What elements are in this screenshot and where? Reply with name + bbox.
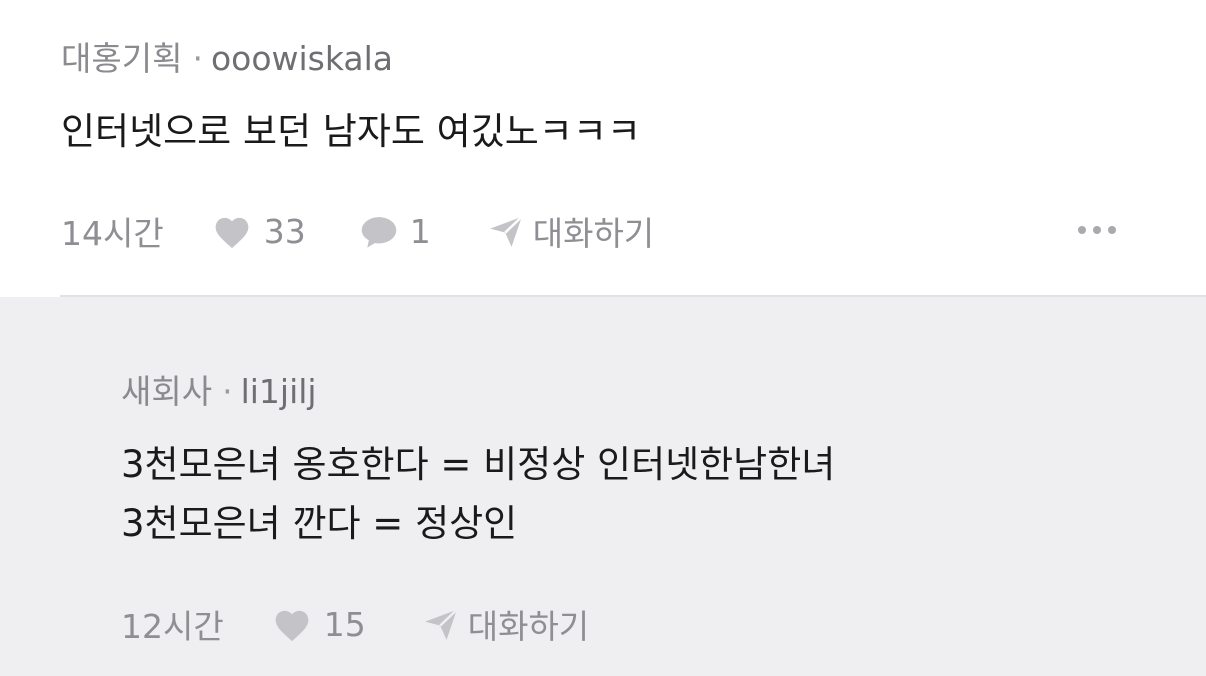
- comment-meta: 대홍기획 · ooowiskala: [61, 32, 393, 80]
- reply-text-line-2: 3천모은녀 깐다 = 정상인: [121, 502, 518, 545]
- meta-separator: ·: [192, 39, 203, 78]
- comment-text: 인터넷으로 보던 남자도 여깄노ㅋㅋㅋ: [61, 110, 641, 153]
- comment-actions: 14시간 33 1 대화하기: [61, 207, 654, 255]
- like-button[interactable]: 15: [272, 605, 366, 644]
- send-icon: [422, 605, 460, 643]
- meta-separator: ·: [222, 372, 233, 411]
- reply-timestamp: 12시간: [121, 607, 224, 646]
- reply-author-group[interactable]: 새회사: [121, 372, 212, 411]
- like-button[interactable]: 33: [212, 212, 306, 251]
- comment-timestamp: 14시간: [61, 214, 164, 253]
- reply-count: 1: [409, 211, 431, 251]
- reply-meta: 새회사 · li1jilj: [121, 365, 317, 413]
- comment-author-group[interactable]: 대홍기획: [61, 39, 182, 78]
- comment-bubble-icon: [358, 212, 400, 250]
- more-options-icon[interactable]: [1078, 226, 1116, 234]
- comment-card: 대홍기획 · ooowiskala 인터넷으로 보던 남자도 여깄노ㅋㅋㅋ 14시간…: [0, 0, 1206, 296]
- reply-username[interactable]: li1jilj: [241, 372, 317, 411]
- conversation-label: 대화하기: [467, 607, 590, 646]
- heart-icon: [272, 606, 312, 642]
- reply-text-line-1: 3천모은녀 옹호한다 = 비정상 인터넷한남한녀: [121, 443, 836, 486]
- like-count: 33: [263, 211, 306, 251]
- like-count: 15: [323, 604, 366, 644]
- reply-actions: 12시간 15 대화하기: [121, 600, 589, 648]
- conversation-button[interactable]: 대화하기: [487, 207, 654, 255]
- send-icon: [487, 212, 525, 250]
- heart-icon: [212, 213, 252, 249]
- reply-count-button[interactable]: 1: [358, 212, 431, 251]
- conversation-button[interactable]: 대화하기: [422, 600, 589, 648]
- reply-card: 새회사 · li1jilj 3천모은녀 옹호한다 = 비정상 인터넷한남한녀 3천모…: [0, 297, 1206, 676]
- conversation-label: 대화하기: [532, 214, 655, 253]
- comment-username[interactable]: ooowiskala: [211, 39, 393, 78]
